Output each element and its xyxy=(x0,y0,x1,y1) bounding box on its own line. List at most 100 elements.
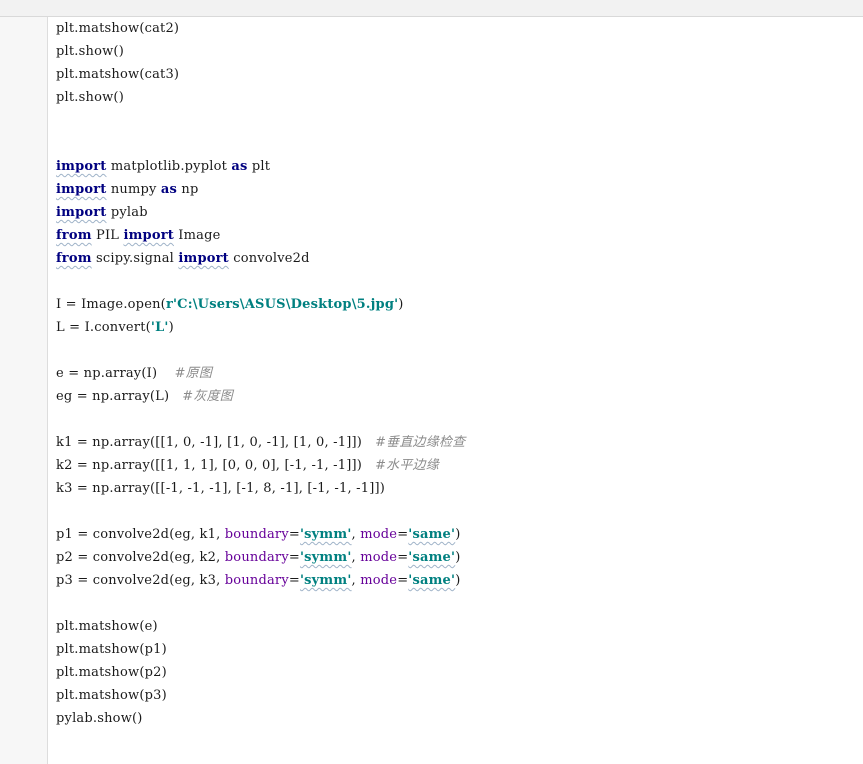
code-line[interactable]: eg = np.array(L) #灰度图 xyxy=(56,385,856,408)
code-line[interactable]: ​ xyxy=(56,592,856,615)
code-line[interactable]: plt.matshow(p3) xyxy=(56,684,856,707)
code-text: plt.show() xyxy=(56,90,124,105)
code-text: k2 = np.array([[1, 1, 1], [0, 0, 0], [-1… xyxy=(56,458,376,473)
code-keyword: as xyxy=(231,159,248,174)
code-keyword: import xyxy=(178,251,229,266)
code-string: 'symm' xyxy=(299,573,352,588)
code-line[interactable]: k2 = np.array([[1, 1, 1], [0, 0, 0], [-1… xyxy=(56,454,856,477)
code-text: e = np.array(I) xyxy=(56,366,175,381)
code-line[interactable]: plt.matshow(p1) xyxy=(56,638,856,661)
code-editor[interactable]: plt.matshow(cat2) plt.show() plt.matshow(c… xyxy=(56,17,856,764)
code-line[interactable]: p2 = convolve2d(eg, k2, boundary = 'symm',… xyxy=(56,546,856,569)
editor-top-bar xyxy=(0,0,863,17)
code-line[interactable]: plt.show() xyxy=(56,86,856,109)
code-parameter: boundary xyxy=(224,527,289,542)
code-line[interactable]: pylab.show() xyxy=(56,707,856,730)
code-line[interactable]: I = Image.open(r'C:\Users\ASUS\Desktop\5… xyxy=(56,293,856,316)
code-text: ) xyxy=(398,297,404,312)
code-string: 'same' xyxy=(408,550,456,565)
code-text: = xyxy=(288,573,300,588)
code-editor-window: plt.matshow(cat2) plt.show() plt.matshow(c… xyxy=(0,0,863,764)
code-text: , xyxy=(351,527,361,542)
code-text: = xyxy=(397,573,409,588)
code-text: , xyxy=(351,573,361,588)
code-line[interactable]: L = I.convert('L') xyxy=(56,316,856,339)
code-keyword: import xyxy=(56,159,107,174)
code-text: L = I.convert( xyxy=(56,320,151,335)
code-text: = xyxy=(397,550,409,565)
code-line[interactable]: import matplotlib.pyplot as plt xyxy=(56,155,856,178)
code-line[interactable]: plt.matshow(e) xyxy=(56,615,856,638)
code-string: 'same' xyxy=(408,573,456,588)
code-text: p3 = convolve2d(eg, k3, xyxy=(56,573,225,588)
code-line[interactable]: k3 = np.array([[-1, -1, -1], [-1, 8, -1]… xyxy=(56,477,856,500)
code-text: I = Image.open( xyxy=(56,297,166,312)
code-text: plt.matshow(e) xyxy=(56,619,158,634)
code-text: k3 = np.array([[-1, -1, -1], [-1, 8, -1]… xyxy=(56,481,386,496)
code-string: 'symm' xyxy=(299,527,352,542)
code-line[interactable]: plt.matshow(cat2) xyxy=(56,17,856,40)
code-text: ) xyxy=(455,550,461,565)
code-keyword: import xyxy=(56,182,107,197)
code-text: plt.show() xyxy=(56,44,124,59)
code-keyword: from xyxy=(56,251,92,266)
code-text: ) xyxy=(455,527,461,542)
code-line[interactable]: ​ xyxy=(56,500,856,523)
code-parameter: mode xyxy=(360,550,398,565)
code-line[interactable]: e = np.array(I) #原图 xyxy=(56,362,856,385)
code-line[interactable]: from scipy.signal import convolve2d xyxy=(56,247,856,270)
code-line[interactable]: plt.show() xyxy=(56,40,856,63)
code-keyword: from xyxy=(56,228,92,243)
code-comment: #水平边缘 xyxy=(375,458,439,473)
code-parameter: mode xyxy=(360,573,398,588)
code-text: p2 = convolve2d(eg, k2, xyxy=(56,550,225,565)
code-text: matplotlib.pyplot xyxy=(106,159,232,174)
code-line[interactable]: p1 = convolve2d(eg, k1, boundary='symm',… xyxy=(56,523,856,546)
code-text: plt.matshow(p1) xyxy=(56,642,167,657)
code-text: numpy xyxy=(106,182,161,197)
code-text: plt.matshow(cat2) xyxy=(56,21,180,36)
code-line[interactable]: k1 = np.array([[1, 0, -1], [1, 0, -1], [… xyxy=(56,431,856,454)
code-text: eg = np.array(L) xyxy=(56,389,183,404)
code-line[interactable]: p3 = convolve2d(eg, k3, boundary='symm',… xyxy=(56,569,856,592)
code-text: = xyxy=(397,527,409,542)
code-text: convolve2d xyxy=(228,251,310,266)
code-line[interactable]: import numpy as np xyxy=(56,178,856,201)
code-comment: #垂直边缘检查 xyxy=(375,435,466,450)
code-text: pylab.show() xyxy=(56,711,143,726)
code-line[interactable]: ​ xyxy=(56,109,856,132)
code-line[interactable]: from PIL import Image xyxy=(56,224,856,247)
code-line[interactable]: plt.matshow(cat3) xyxy=(56,63,856,86)
code-text: plt.matshow(cat3) xyxy=(56,67,180,82)
code-text: Image xyxy=(173,228,221,243)
code-keyword: import xyxy=(56,205,107,220)
code-parameter: boundary xyxy=(224,550,289,565)
code-comment: #灰度图 xyxy=(182,389,233,404)
code-text: = xyxy=(288,527,300,542)
code-text: plt xyxy=(247,159,271,174)
code-line[interactable]: ​ xyxy=(56,339,856,362)
code-string: 'symm' xyxy=(299,550,352,565)
code-text: , xyxy=(351,550,361,565)
line-gutter xyxy=(0,17,48,764)
code-text: plt.matshow(p2) xyxy=(56,665,167,680)
code-text: scipy.signal xyxy=(91,251,179,266)
code-text: k1 = np.array([[1, 0, -1], [1, 0, -1], [… xyxy=(56,435,376,450)
code-line[interactable]: ​ xyxy=(56,270,856,293)
code-text: ) xyxy=(168,320,174,335)
code-line[interactable]: plt.matshow(p2) xyxy=(56,661,856,684)
code-line[interactable]: ​ xyxy=(56,408,856,431)
code-line[interactable]: ​ xyxy=(56,132,856,155)
code-text: ) xyxy=(455,573,461,588)
code-text: PIL xyxy=(91,228,124,243)
code-keyword: import xyxy=(123,228,174,243)
code-parameter: mode xyxy=(360,527,398,542)
code-string: 'same' xyxy=(408,527,456,542)
code-parameter: boundary xyxy=(224,573,289,588)
code-text: np xyxy=(177,182,199,197)
code-text: plt.matshow(p3) xyxy=(56,688,167,703)
code-string: r'C:\Users\ASUS\Desktop\5.jpg' xyxy=(165,297,399,312)
code-text: pylab xyxy=(106,205,148,220)
code-line[interactable]: import pylab xyxy=(56,201,856,224)
code-comment: #原图 xyxy=(174,366,213,381)
